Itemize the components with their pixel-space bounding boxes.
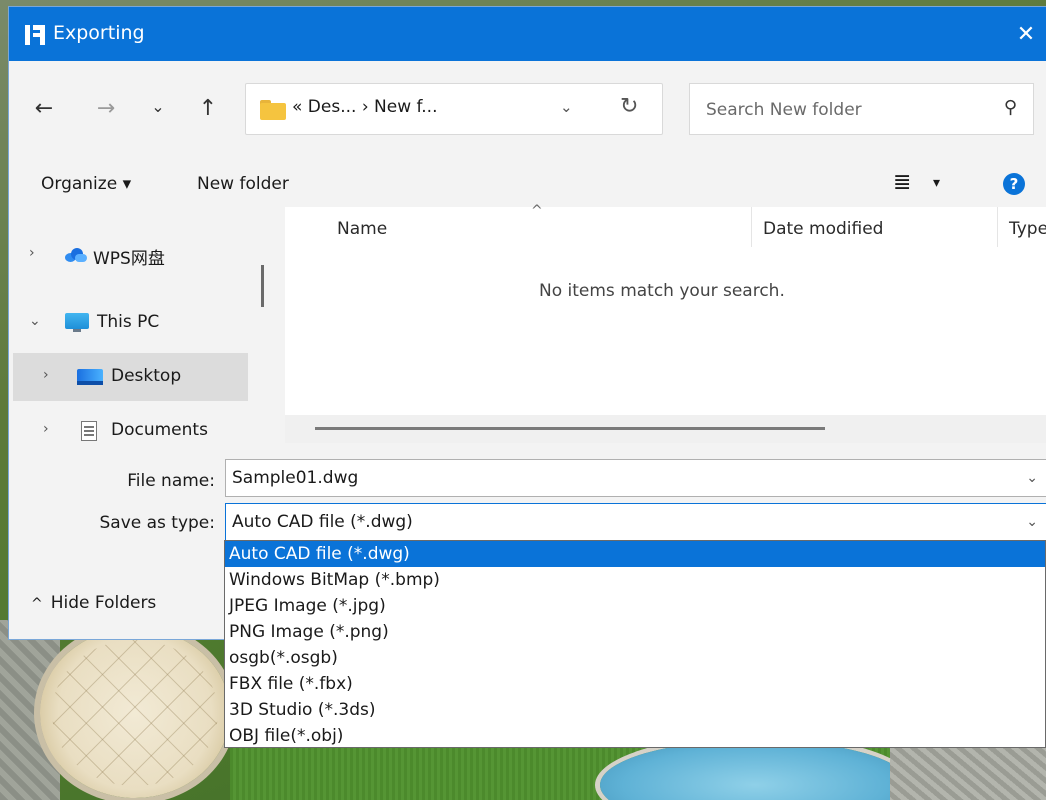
expand-chevron-icon[interactable]: ›: [29, 245, 35, 261]
dropdown-option-jpg[interactable]: JPEG Image (*.jpg): [225, 593, 1045, 619]
sidebar-item-wps-cloud[interactable]: › WPS网盘: [13, 231, 248, 279]
sidebar-item-label: WPS网盘: [93, 249, 165, 269]
save-as-type-label: Save as type:: [99, 513, 215, 533]
save-as-type-chevron-icon[interactable]: ⌄: [1026, 514, 1038, 530]
address-bar[interactable]: « Des... › New f... ⌄ ↻: [245, 83, 663, 135]
horizontal-scrollbar[interactable]: [285, 415, 1046, 443]
sort-ascending-icon: ^: [531, 203, 543, 219]
address-path[interactable]: « Des... › New f...: [292, 97, 437, 117]
column-header-name[interactable]: Name: [337, 219, 387, 239]
app-logo-icon: [25, 25, 45, 45]
expand-chevron-icon[interactable]: ›: [43, 367, 49, 383]
refresh-icon[interactable]: ↻: [620, 94, 638, 119]
dropdown-option-obj[interactable]: OBJ file(*.obj): [225, 723, 1045, 749]
back-arrow-icon[interactable]: ←: [29, 93, 59, 123]
pc-icon: [65, 313, 89, 332]
sidebar-item-desktop[interactable]: › Desktop: [13, 353, 248, 401]
empty-folder-message: No items match your search.: [539, 281, 785, 301]
file-name-dropdown-chevron-icon[interactable]: ⌄: [1026, 470, 1038, 486]
dropdown-option-bmp[interactable]: Windows BitMap (*.bmp): [225, 567, 1045, 593]
hide-folders-label: Hide Folders: [50, 593, 157, 613]
hide-folders-button[interactable]: ^ Hide Folders: [31, 593, 156, 613]
document-icon: [79, 421, 101, 441]
organize-menu-button[interactable]: Organize ▾: [41, 174, 131, 194]
file-name-value[interactable]: Sample01.dwg: [232, 468, 358, 488]
horizontal-scrollbar-thumb[interactable]: [315, 427, 825, 430]
file-name-label: File name:: [127, 471, 215, 491]
search-icon[interactable]: ⚲: [1004, 97, 1017, 118]
help-icon[interactable]: ?: [1003, 173, 1025, 195]
save-as-type-select[interactable]: Auto CAD file (*.dwg) ⌄: [225, 503, 1046, 541]
cloud-icon: [65, 245, 87, 263]
sidebar-item-label: Documents: [111, 420, 208, 440]
search-box[interactable]: ⚲: [689, 83, 1034, 135]
address-dropdown-chevron-icon[interactable]: ⌄: [560, 98, 573, 116]
save-as-type-value[interactable]: Auto CAD file (*.dwg): [232, 512, 413, 532]
folder-icon: [260, 100, 286, 120]
new-folder-button[interactable]: New folder: [197, 174, 289, 194]
navigation-row: ← → ⌄ ↑ « Des... › New f... ⌄ ↻ ⚲: [9, 61, 1046, 161]
navigation-pane-scrollbar[interactable]: [261, 265, 264, 307]
circular-plaza: [40, 628, 230, 798]
chevron-up-icon: ^: [31, 596, 43, 612]
view-options-caret-icon[interactable]: ▾: [933, 175, 940, 191]
dropdown-option-fbx[interactable]: FBX file (*.fbx): [225, 671, 1045, 697]
command-toolbar: Organize ▾ New folder ≣ ▾ ?: [9, 161, 1046, 207]
column-divider[interactable]: [751, 207, 752, 247]
dropdown-option-3ds[interactable]: 3D Studio (*.3ds): [225, 697, 1045, 723]
expand-chevron-icon[interactable]: ›: [43, 421, 49, 437]
dropdown-option-dwg[interactable]: Auto CAD file (*.dwg): [225, 541, 1045, 567]
file-list-pane: ^ Name Date modified Type No items match…: [285, 203, 1046, 443]
navigation-pane: › WPS网盘 ⌄ This PC › Desktop › Documents: [9, 207, 279, 443]
recent-locations-chevron-icon[interactable]: ⌄: [143, 91, 173, 121]
column-header-type[interactable]: Type: [1009, 219, 1046, 239]
close-button[interactable]: ✕: [999, 7, 1046, 61]
save-as-type-dropdown-list: Auto CAD file (*.dwg) Windows BitMap (*.…: [224, 540, 1046, 748]
column-header-date-modified[interactable]: Date modified: [763, 219, 883, 239]
file-name-field[interactable]: Sample01.dwg ⌄: [225, 459, 1046, 497]
sidebar-item-label: This PC: [97, 312, 160, 332]
search-input[interactable]: [704, 96, 978, 124]
title-bar: Exporting ✕: [9, 7, 1046, 61]
desktop-icon: [77, 367, 103, 385]
column-divider[interactable]: [997, 207, 998, 247]
collapse-chevron-icon[interactable]: ⌄: [29, 313, 41, 329]
sidebar-item-label: Desktop: [111, 366, 182, 386]
dropdown-option-png[interactable]: PNG Image (*.png): [225, 619, 1045, 645]
dropdown-option-osgb[interactable]: osgb(*.osgb): [225, 645, 1045, 671]
dialog-title: Exporting: [53, 22, 145, 44]
forward-arrow-icon[interactable]: →: [91, 93, 121, 123]
sidebar-item-this-pc[interactable]: ⌄ This PC: [13, 299, 248, 347]
view-options-icon[interactable]: ≣: [893, 170, 911, 195]
up-arrow-icon[interactable]: ↑: [193, 93, 223, 123]
